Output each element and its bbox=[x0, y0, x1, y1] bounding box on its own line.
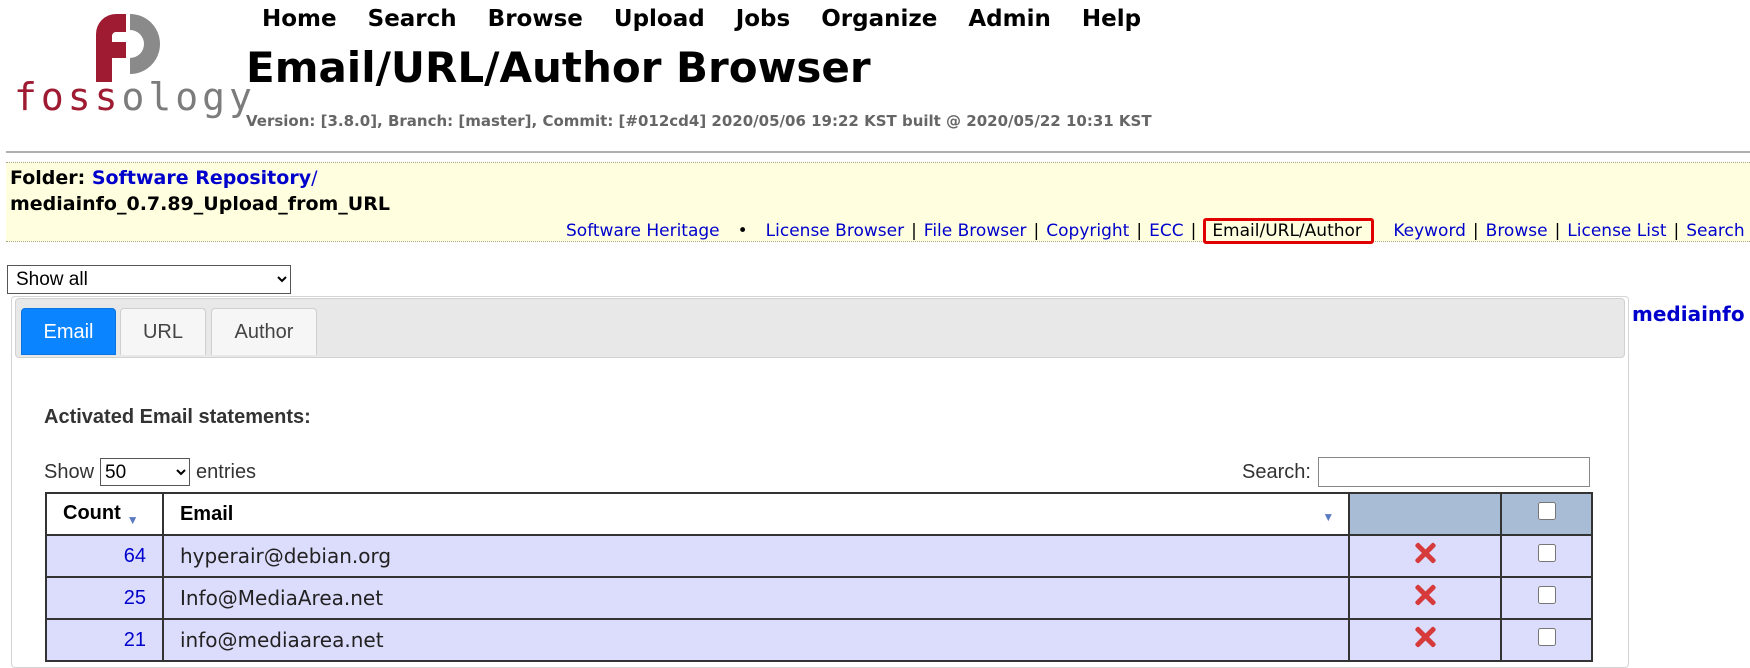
action-cell bbox=[1348, 534, 1503, 578]
show-label: Show bbox=[44, 460, 95, 483]
count-cell[interactable]: 64 bbox=[45, 534, 164, 578]
link-ecc[interactable]: ECC bbox=[1149, 221, 1183, 241]
sort-down-icon: ▼ bbox=[1322, 510, 1335, 524]
entries-per-page-select[interactable]: 50 bbox=[100, 458, 191, 486]
table-header-row: Count ▼ Email ▼ bbox=[45, 492, 1593, 536]
menu-admin[interactable]: Admin bbox=[968, 4, 1051, 34]
section-heading: Activated Email statements: bbox=[44, 406, 311, 428]
tab-author[interactable]: Author bbox=[211, 308, 317, 355]
delete-x-icon[interactable] bbox=[1414, 626, 1436, 648]
email-cell: hyperair@debian.org bbox=[161, 534, 1351, 578]
entries-label: entries bbox=[196, 460, 257, 483]
page-title: Email/URL/Author Browser bbox=[246, 43, 871, 92]
sort-down-icon: ▼ bbox=[126, 512, 139, 527]
tab-url[interactable]: URL bbox=[120, 308, 206, 355]
delete-x-icon[interactable] bbox=[1414, 584, 1436, 606]
menu-jobs[interactable]: Jobs bbox=[736, 4, 791, 34]
version-info: Version: [3.8.0], Branch: [master], Comm… bbox=[246, 112, 1152, 130]
table-row: 21 info@mediaarea.net bbox=[45, 618, 1593, 662]
folder-path: Folder: Software Repository/ bbox=[10, 167, 318, 189]
menu-browse[interactable]: Browse bbox=[488, 4, 583, 34]
row-checkbox[interactable] bbox=[1537, 544, 1556, 562]
link-browse[interactable]: Browse bbox=[1486, 221, 1548, 241]
search-label: Search: bbox=[1242, 461, 1311, 483]
select-cell bbox=[1500, 576, 1593, 620]
delete-x-icon[interactable] bbox=[1414, 542, 1436, 564]
software-repository-link[interactable]: Software Repository bbox=[92, 167, 311, 189]
main-menu: Home Search Browse Upload Jobs Organize … bbox=[262, 4, 1172, 34]
row-checkbox[interactable] bbox=[1537, 628, 1556, 646]
email-cell: info@mediaarea.net bbox=[161, 618, 1351, 662]
show-filter-select[interactable]: Show all bbox=[7, 265, 291, 294]
show-entries-control: Show 50 entries bbox=[44, 458, 256, 486]
email-cell: Info@MediaArea.net bbox=[161, 576, 1351, 620]
count-cell[interactable]: 21 bbox=[45, 618, 164, 662]
header-divider bbox=[6, 151, 1750, 153]
column-header-select-all bbox=[1500, 492, 1593, 536]
select-all-checkbox[interactable] bbox=[1537, 502, 1556, 520]
table-row: 25 Info@MediaArea.net bbox=[45, 576, 1593, 620]
link-file-browser[interactable]: File Browser bbox=[924, 221, 1027, 241]
folder-label: Folder bbox=[10, 167, 78, 189]
row-checkbox[interactable] bbox=[1537, 586, 1556, 604]
fossology-logo-icon bbox=[96, 14, 160, 82]
link-email-url-author-current[interactable]: Email/URL/Author bbox=[1203, 218, 1374, 244]
logo-wordmark: fossology bbox=[14, 75, 256, 119]
path-separator: / bbox=[311, 167, 318, 189]
column-header-email[interactable]: Email ▼ bbox=[161, 492, 1351, 536]
tab-email[interactable]: Email bbox=[21, 308, 116, 355]
upload-tree-link[interactable]: mediainfo bbox=[1632, 302, 1745, 326]
column-header-action bbox=[1348, 492, 1503, 536]
menu-upload[interactable]: Upload bbox=[614, 4, 705, 34]
link-license-list[interactable]: License List bbox=[1567, 221, 1666, 241]
menu-search[interactable]: Search bbox=[368, 4, 457, 34]
count-cell[interactable]: 25 bbox=[45, 576, 164, 620]
select-cell bbox=[1500, 618, 1593, 662]
bullet-separator: • bbox=[737, 221, 748, 241]
select-cell bbox=[1500, 534, 1593, 578]
agent-links: Software Heritage • License Browser | File B… bbox=[566, 218, 1745, 244]
action-cell bbox=[1348, 618, 1503, 662]
folder-bar: Folder: Software Repository/ mediainfo_0… bbox=[6, 162, 1750, 244]
search-input[interactable] bbox=[1318, 457, 1590, 487]
link-software-heritage[interactable]: Software Heritage bbox=[566, 221, 720, 241]
menu-home[interactable]: Home bbox=[262, 4, 337, 34]
link-search[interactable]: Search bbox=[1686, 221, 1744, 241]
menu-help[interactable]: Help bbox=[1082, 4, 1141, 34]
column-header-count[interactable]: Count ▼ bbox=[45, 492, 164, 536]
link-copyright[interactable]: Copyright bbox=[1046, 221, 1129, 241]
upload-name: mediainfo_0.7.89_Upload_from_URL bbox=[10, 193, 390, 215]
link-license-browser[interactable]: License Browser bbox=[766, 221, 904, 241]
menu-organize[interactable]: Organize bbox=[821, 4, 937, 34]
action-cell bbox=[1348, 576, 1503, 620]
link-keyword[interactable]: Keyword bbox=[1393, 221, 1466, 241]
table-row: 64 hyperair@debian.org bbox=[45, 534, 1593, 578]
email-table: Count ▼ Email ▼ 64 hyperair@debian.org 25 … bbox=[45, 492, 1593, 662]
